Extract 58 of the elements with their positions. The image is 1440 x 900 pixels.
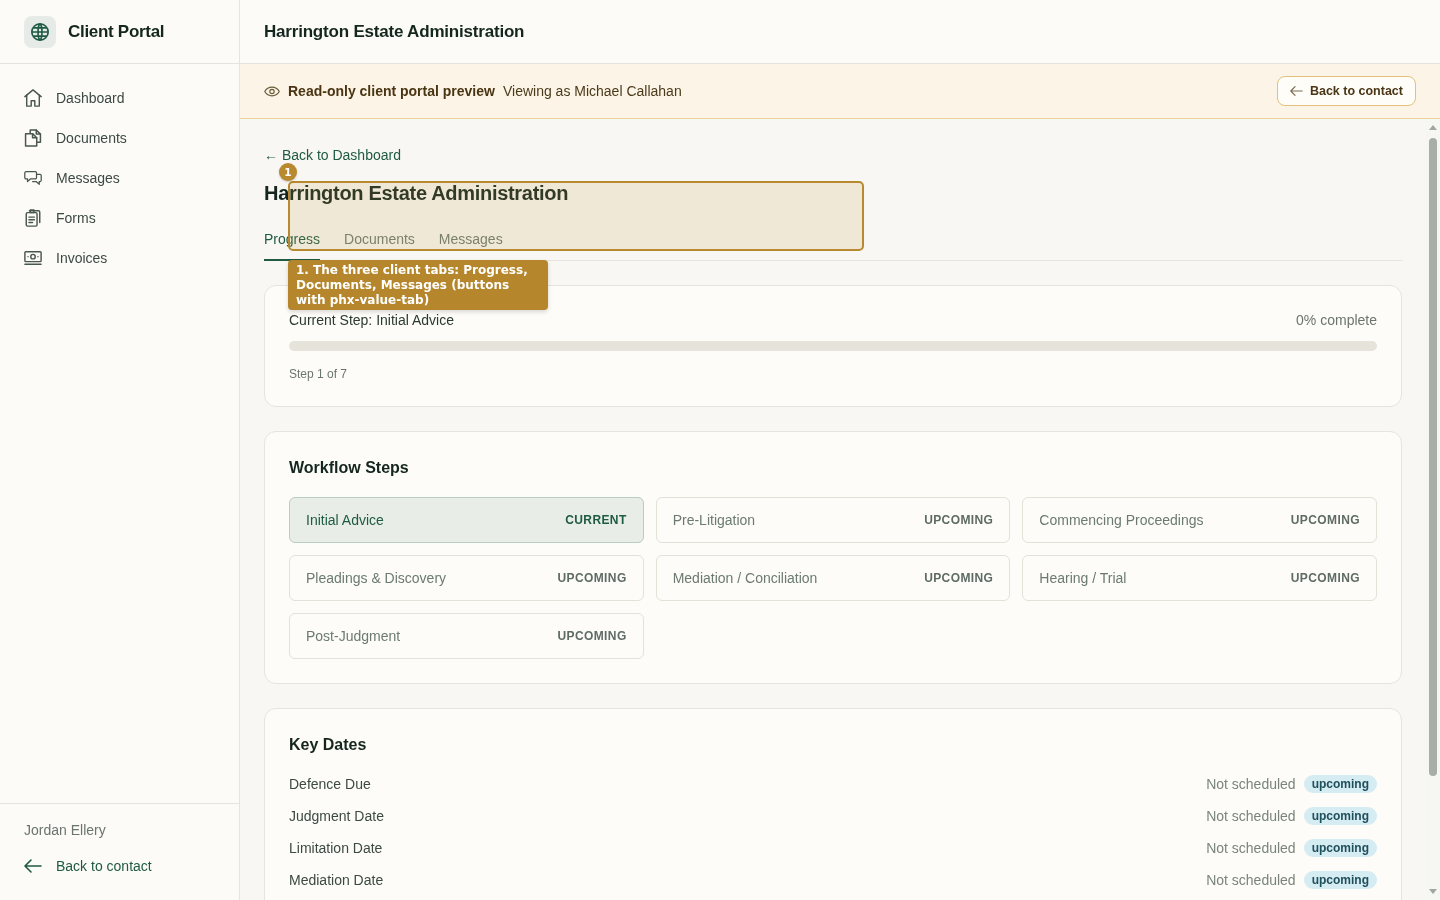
- nav-item[interactable]: Documents: [16, 118, 223, 158]
- banner-title: Read-only client portal preview: [288, 83, 495, 99]
- step-name: Initial Advice: [306, 512, 384, 528]
- date-value: Not scheduled: [1206, 872, 1296, 888]
- step-name: Pleadings & Discovery: [306, 570, 447, 586]
- card-title: Key Dates: [289, 735, 368, 755]
- status-badge: upcoming: [1303, 807, 1377, 825]
- clipboard-icon: [24, 209, 42, 227]
- user-name: Jordan Ellery: [24, 821, 106, 840]
- banner-subtitle: Viewing as Michael Callahan: [502, 83, 682, 99]
- current-step-text: Current Step: Initial Advice: [289, 311, 454, 330]
- step-name: Mediation / Conciliation: [672, 570, 818, 586]
- status-badge: upcoming: [1303, 871, 1377, 889]
- nav-item[interactable]: Invoices: [16, 238, 223, 278]
- page-header-title: Harrington Estate Administration: [264, 21, 525, 42]
- arrow-left-icon: [24, 859, 42, 873]
- status-badge: upcoming: [1303, 839, 1377, 857]
- step-status: UPCOMING: [1290, 513, 1360, 527]
- step-count: Step 1 of 7: [289, 366, 349, 382]
- globe-logo-icon: [24, 15, 56, 48]
- nav-item[interactable]: Dashboard: [16, 78, 223, 118]
- date-label: Judgment Date: [289, 808, 384, 824]
- eye-icon: [264, 85, 280, 97]
- date-value: Not scheduled: [1206, 808, 1296, 824]
- step-name: Pre-Litigation: [672, 512, 756, 528]
- banknote-icon: [24, 249, 42, 267]
- brand-name: Client Portal: [68, 21, 165, 42]
- scroll-down-icon[interactable]: [1429, 889, 1437, 894]
- date-label: Mediation Date: [289, 872, 384, 888]
- step-name: Post-Judgment: [306, 628, 401, 644]
- annotation-number: 1: [279, 163, 297, 181]
- percent-complete: 0% complete: [1296, 311, 1377, 330]
- step-status: UPCOMING: [924, 571, 994, 585]
- step-status: UPCOMING: [924, 513, 994, 527]
- annotation-tooltip: 1. The three client tabs: Progress, Documents, Messages (buttons with phx-value-tab): [288, 260, 548, 310]
- nav-item[interactable]: Messages: [16, 158, 223, 198]
- date-label: Defence Due: [289, 776, 371, 792]
- step-name: Hearing / Trial: [1039, 570, 1127, 586]
- back-to-dashboard-link[interactable]: ← Back to Dashboard: [264, 147, 401, 163]
- chat-bubbles-icon: [24, 169, 42, 187]
- back-to-contact-button[interactable]: Back to contact: [1276, 76, 1416, 106]
- scroll-up-icon[interactable]: [1429, 125, 1437, 130]
- documents-icon: [24, 129, 42, 147]
- step-status: UPCOMING: [1290, 571, 1360, 585]
- card-title: Workflow Steps: [289, 458, 410, 478]
- step-name: Commencing Proceedings: [1039, 512, 1204, 528]
- nav-item[interactable]: Forms: [16, 198, 223, 238]
- arrow-left-icon: [1289, 86, 1303, 96]
- date-label: Limitation Date: [289, 840, 383, 856]
- back-to-contact-link[interactable]: Back to contact: [24, 856, 152, 876]
- house-icon: [24, 89, 42, 107]
- date-value: Not scheduled: [1206, 840, 1296, 856]
- date-value: Not scheduled: [1206, 776, 1296, 792]
- status-badge: upcoming: [1303, 775, 1377, 793]
- step-status: CURRENT: [565, 513, 627, 527]
- step-status: UPCOMING: [557, 571, 627, 585]
- step-status: UPCOMING: [557, 629, 627, 643]
- scrollbar-thumb[interactable]: [1429, 138, 1437, 776]
